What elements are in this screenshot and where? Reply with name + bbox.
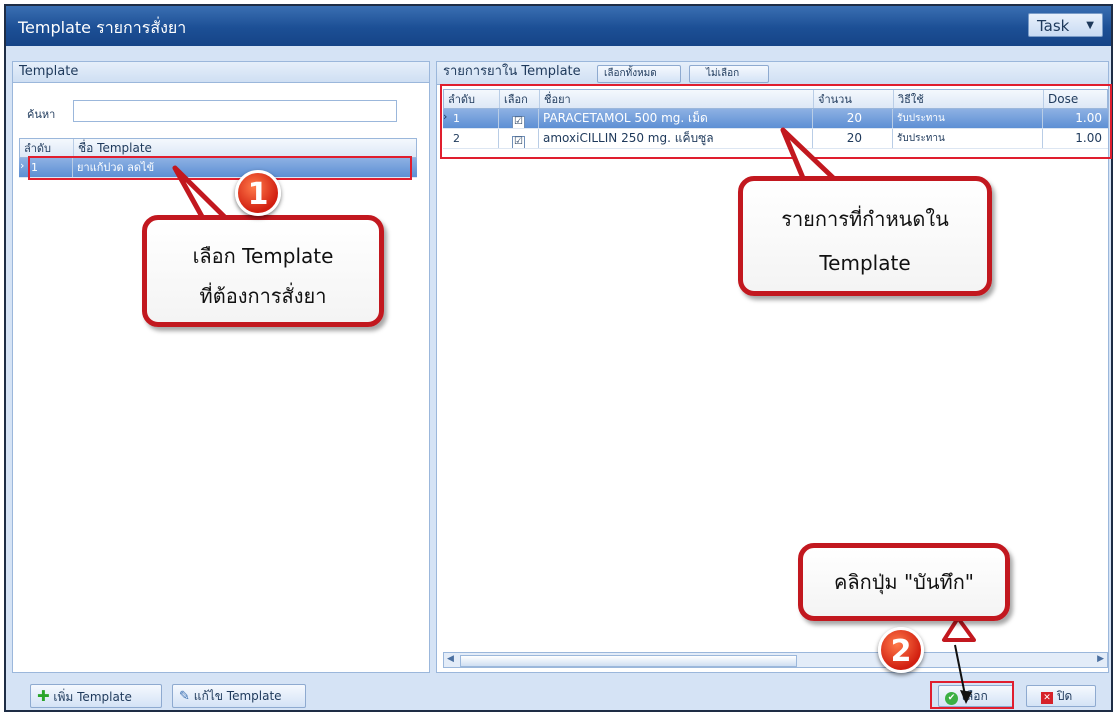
callout-select-template: เลือก Template ที่ต้องการสั่งยา [142,215,384,327]
callout1-line1: เลือก Template [192,244,334,268]
callout2-line2: Template [819,251,911,275]
step-badge-1: 1 [235,170,281,216]
step-badge-2: 2 [878,627,924,673]
callout-template-items: รายการที่กำหนดใน Template [738,176,992,296]
callout3-text: คลิกปุ่ม "บันทึก" [833,570,975,594]
callout-click-save: คลิกปุ่ม "บันทึก" [798,543,1010,621]
callout2-line1: รายการที่กำหนดใน [781,207,949,231]
callout1-line2: ที่ต้องการสั่งยา [199,284,327,308]
